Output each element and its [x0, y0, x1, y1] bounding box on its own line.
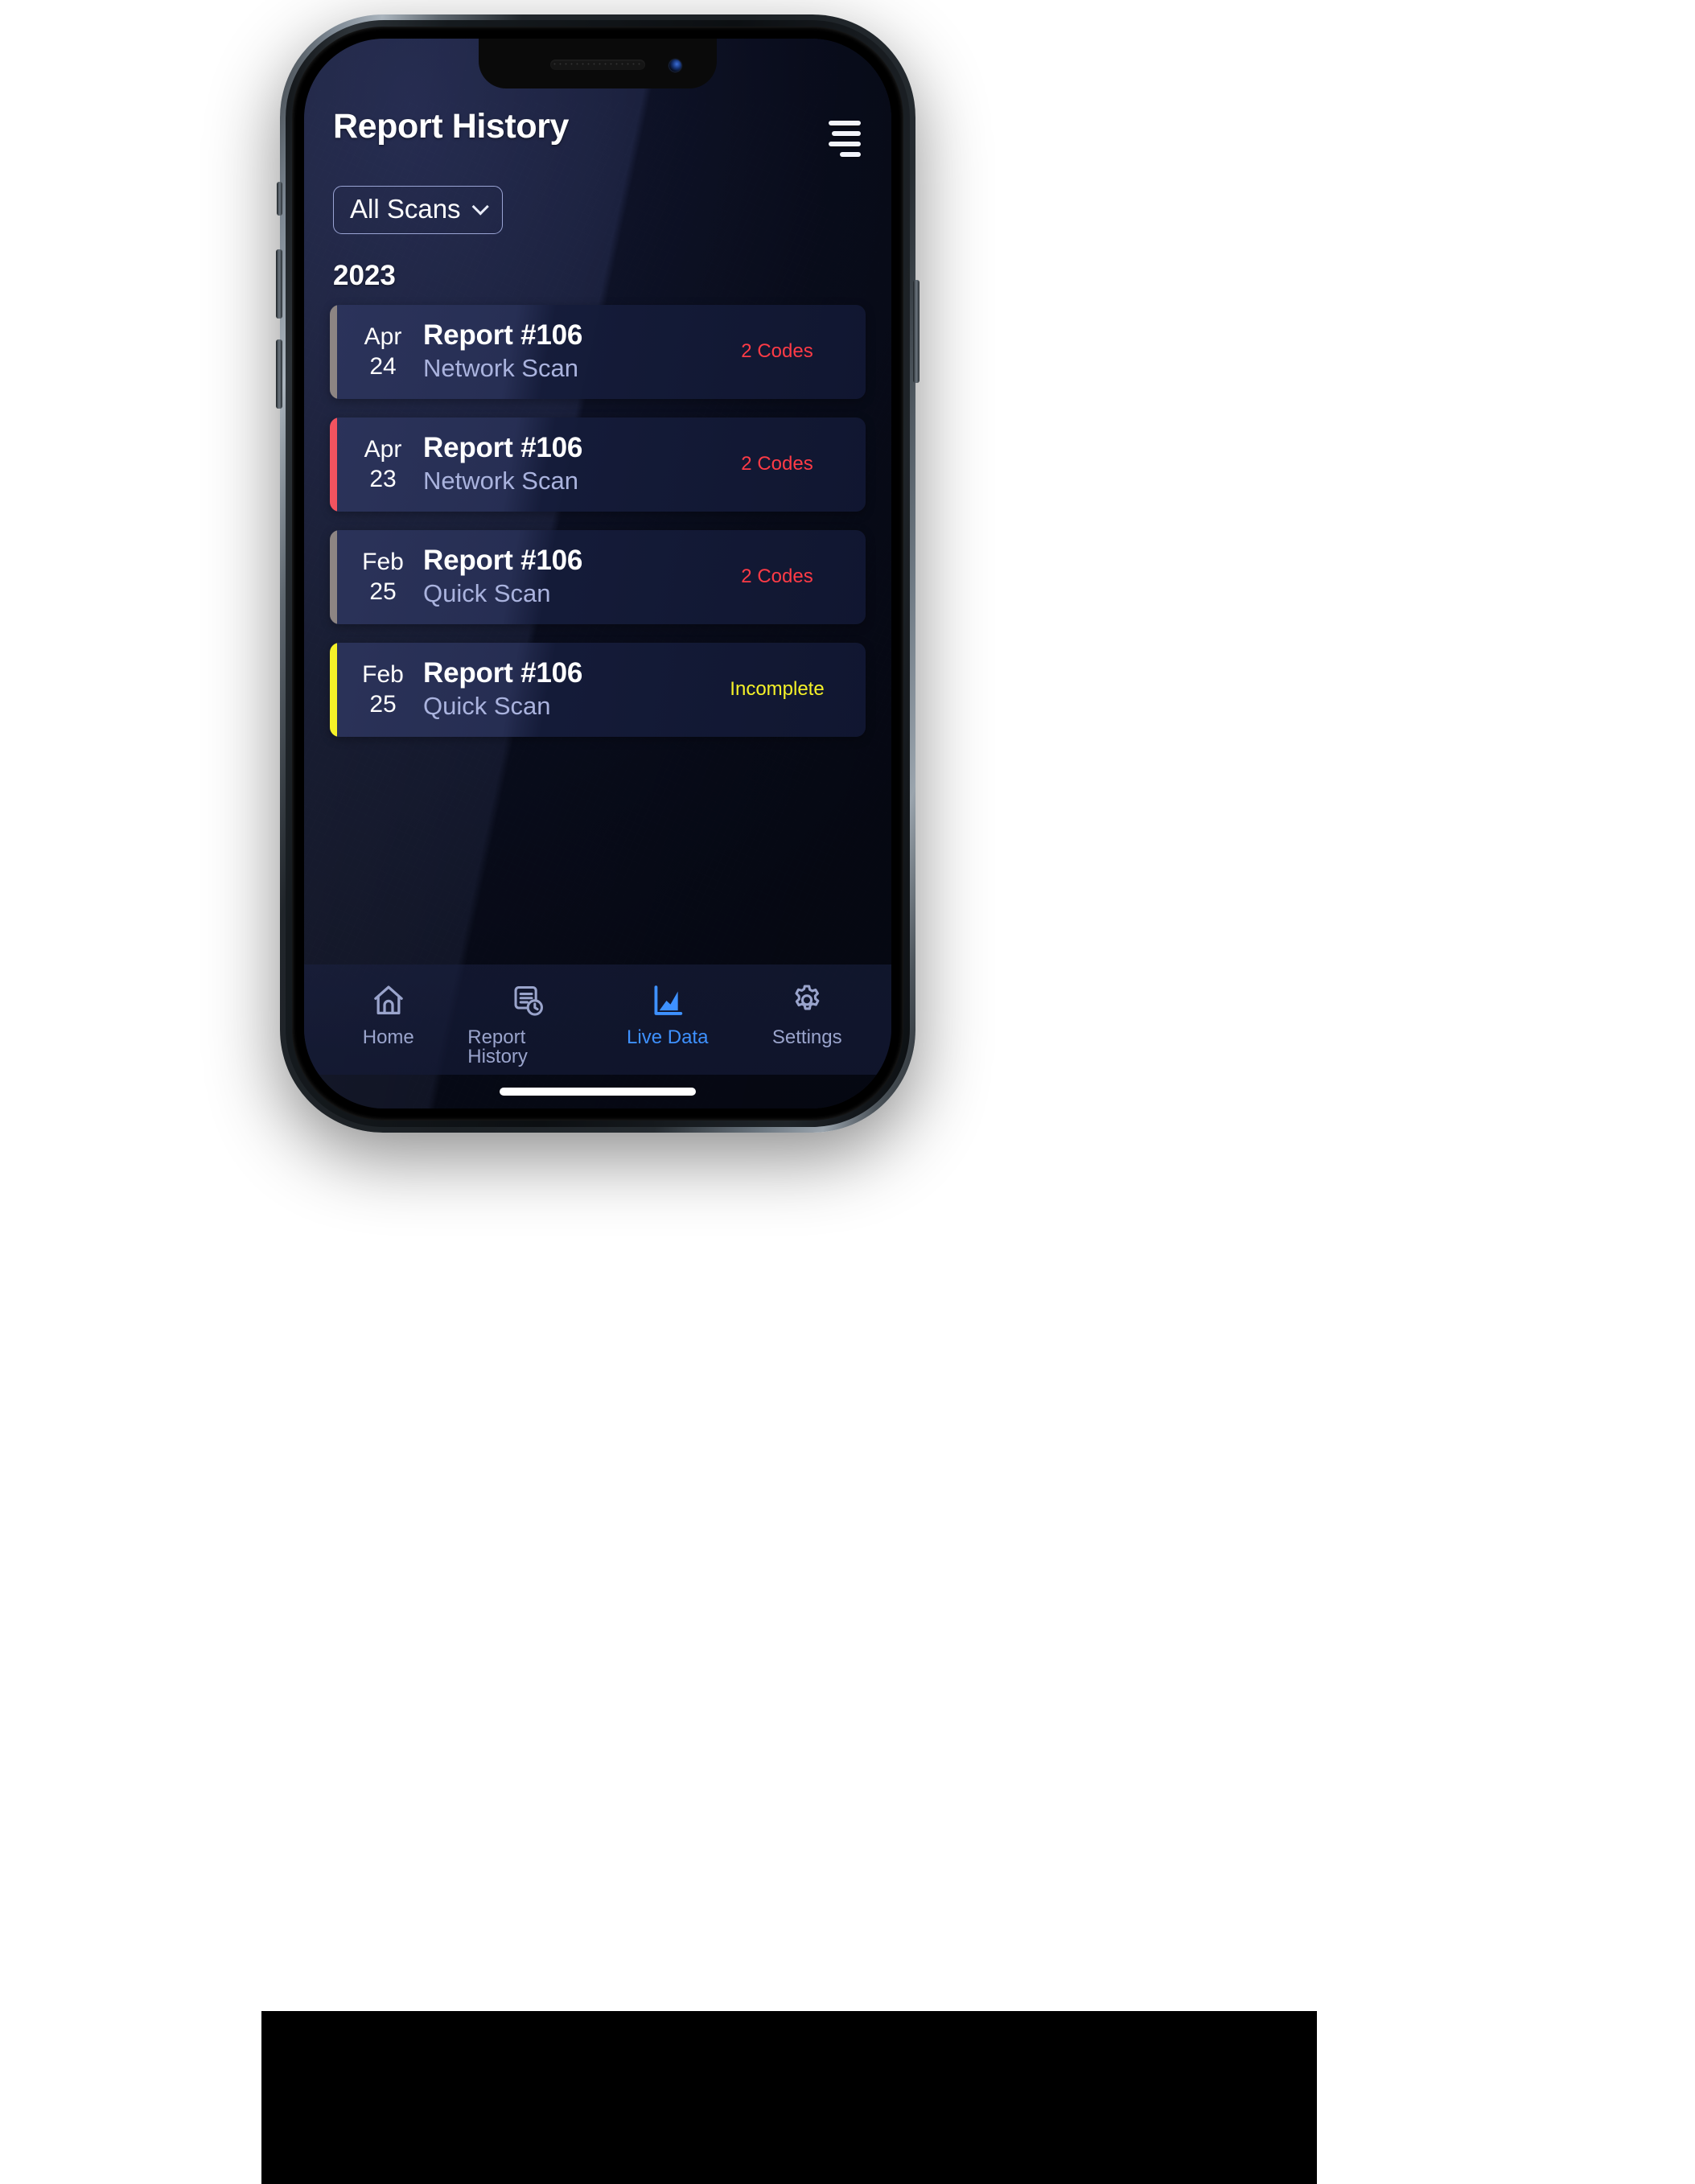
report-card[interactable]: Feb 25 Report #106 Quick Scan Incomplete: [330, 642, 866, 737]
app-ui: Report History All Scans 2023 Apr 24 Rep…: [304, 39, 891, 1108]
report-info: Report #106 Quick Scan: [418, 656, 713, 722]
report-status-badge: 2 Codes: [741, 453, 813, 475]
report-scan-type: Network Scan: [423, 354, 578, 383]
menu-line-1: [829, 121, 861, 125]
tab-label: Live Data: [627, 1026, 709, 1048]
screenshot-canvas: Report History All Scans 2023 Apr 24 Rep…: [0, 0, 1695, 2184]
report-title: Report #106: [423, 657, 583, 689]
scan-filter-value: All Scans: [350, 194, 461, 224]
home-icon: [370, 982, 407, 1019]
report-date: Apr 24: [330, 322, 418, 381]
tab-label: Report History: [467, 1026, 528, 1067]
menu-line-3: [829, 142, 861, 146]
document-clock-icon: [509, 982, 546, 1019]
volume-up-button[interactable]: [276, 249, 282, 319]
page-title: Report History: [333, 107, 570, 146]
home-indicator[interactable]: [500, 1088, 696, 1096]
tab-settings[interactable]: Settings: [747, 982, 867, 1047]
tab-live-data[interactable]: Live Data: [607, 982, 728, 1047]
scan-filter-dropdown[interactable]: All Scans: [333, 186, 503, 234]
report-list: Apr 24 Report #106 Network Scan 2 Codes Apr 23…: [304, 292, 891, 737]
bottom-tab-bar: Home Report History Live Data Settings: [304, 964, 891, 1075]
report-title: Report #106: [423, 319, 583, 352]
report-month: Apr: [364, 435, 402, 463]
report-severity-accent-bar: [330, 417, 337, 512]
report-severity-accent-bar: [330, 304, 337, 399]
report-day: 24: [369, 353, 397, 380]
report-info: Report #106 Network Scan: [418, 319, 713, 385]
report-scan-type: Network Scan: [423, 467, 578, 496]
report-card[interactable]: Feb 25 Report #106 Quick Scan 2 Codes: [330, 529, 866, 624]
report-info: Report #106 Quick Scan: [418, 544, 713, 610]
report-severity-accent-bar: [330, 642, 337, 737]
report-title: Report #106: [423, 432, 583, 464]
power-button[interactable]: [913, 280, 919, 383]
report-day: 25: [369, 578, 397, 606]
report-day: 25: [369, 691, 397, 718]
report-day: 23: [369, 466, 397, 493]
report-month: Feb: [362, 548, 404, 575]
mute-switch[interactable]: [277, 182, 282, 216]
report-status-badge: 2 Codes: [741, 566, 813, 588]
chevron-down-icon: [471, 198, 489, 216]
report-month: Feb: [362, 660, 404, 688]
filter-row: All Scans: [304, 162, 891, 234]
tab-home[interactable]: Home: [328, 982, 449, 1047]
phone-device: Report History All Scans 2023 Apr 24 Rep…: [276, 14, 919, 1133]
report-severity-accent-bar: [330, 529, 337, 624]
phone-screen: Report History All Scans 2023 Apr 24 Rep…: [304, 39, 891, 1108]
front-camera-icon: [669, 60, 681, 72]
report-date: Apr 23: [330, 434, 418, 494]
report-scan-type: Quick Scan: [423, 692, 551, 721]
tab-label: Home: [362, 1026, 414, 1048]
earpiece-speaker-icon: [550, 60, 645, 70]
report-status-badge: 2 Codes: [741, 340, 813, 363]
year-group-heading: 2023: [333, 259, 396, 291]
menu-line-2: [832, 131, 861, 136]
report-info: Report #106 Network Scan: [418, 431, 713, 497]
report-date: Feb 25: [330, 547, 418, 607]
tab-report-history[interactable]: Report History: [467, 982, 588, 1067]
tab-label: Settings: [771, 1026, 842, 1048]
report-title: Report #106: [423, 545, 583, 577]
hamburger-menu-icon[interactable]: [827, 116, 862, 162]
report-status-badge: Incomplete: [730, 678, 825, 701]
report-scan-type: Quick Scan: [423, 579, 551, 608]
report-date: Feb 25: [330, 660, 418, 719]
report-month: Apr: [364, 323, 402, 350]
home-indicator-area: [304, 1075, 891, 1108]
volume-down-button[interactable]: [276, 339, 282, 409]
menu-line-4: [840, 152, 861, 157]
bottom-black-plate: [261, 2011, 1317, 2184]
report-card[interactable]: Apr 23 Report #106 Network Scan 2 Codes: [330, 417, 866, 512]
report-card[interactable]: Apr 24 Report #106 Network Scan 2 Codes: [330, 304, 866, 399]
display-notch: [479, 39, 717, 88]
bar-chart-icon: [649, 982, 686, 1019]
gear-icon: [788, 982, 825, 1019]
